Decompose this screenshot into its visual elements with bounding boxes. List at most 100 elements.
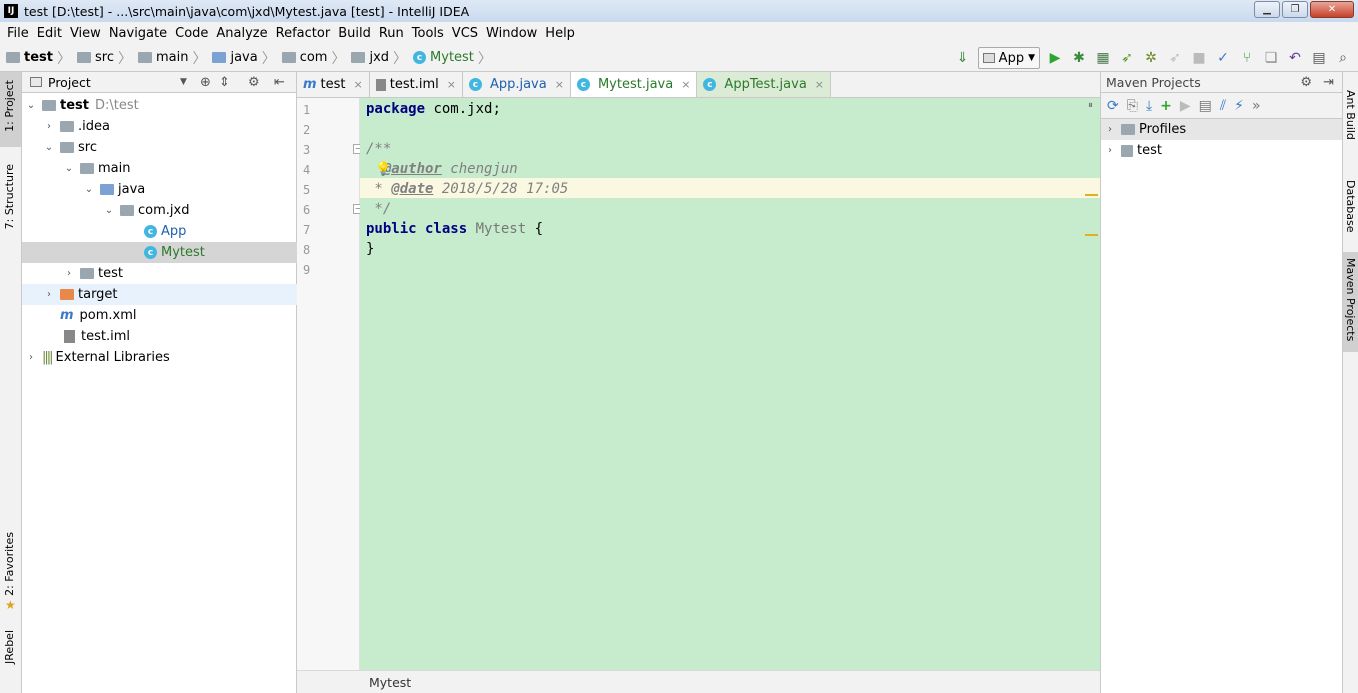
add-icon[interactable]: + <box>1160 98 1172 114</box>
menu-file[interactable]: File <box>3 26 33 41</box>
coverage-icon[interactable]: ▦ <box>1094 49 1112 67</box>
structure-icon[interactable]: ▤ <box>1310 49 1328 67</box>
tree-item-src[interactable]: ⌄ src <box>22 137 297 158</box>
download-icon[interactable]: ⤓ <box>1146 98 1152 114</box>
jrebel-debug-icon[interactable]: ✲ <box>1142 49 1160 67</box>
chevron-right-icon[interactable]: › <box>44 121 54 132</box>
tab-test-iml[interactable]: test.iml × <box>370 72 463 97</box>
chevron-right-icon[interactable]: › <box>44 289 54 300</box>
chevron-right-icon[interactable]: › <box>64 268 74 279</box>
breadcrumb-com[interactable]: com 〉 <box>276 48 345 68</box>
tab-test-pom[interactable]: m test × <box>297 72 370 97</box>
menu-tools[interactable]: Tools <box>408 26 448 41</box>
tab-jrebel[interactable]: JRebel <box>3 630 16 664</box>
chevron-right-icon[interactable]: › <box>1105 145 1115 156</box>
menu-window[interactable]: Window <box>482 26 541 41</box>
breadcrumb-src[interactable]: src 〉 <box>71 48 132 68</box>
breadcrumb-mytest[interactable]: c Mytest 〉 <box>407 48 492 68</box>
tab-database[interactable]: Database <box>1344 180 1357 233</box>
code-area[interactable]: package com.jxd; /** @author chengjun 💡 … <box>360 98 1100 670</box>
code-editor[interactable]: 1 2 3 4 5 6 7 8 9 − − package com.jxd; /… <box>297 98 1100 670</box>
skip-tests-icon[interactable]: ⚡ <box>1234 98 1244 114</box>
collapse-icon[interactable]: ⇕ <box>219 75 230 90</box>
tab-project[interactable]: 1: Project <box>3 80 16 132</box>
tree-item-app[interactable]: c App <box>22 221 297 242</box>
generate-sources-icon[interactable]: ⎘ <box>1127 98 1138 114</box>
hide-icon[interactable]: ⇥ <box>1323 75 1334 90</box>
chevron-down-icon[interactable]: ⌄ <box>26 100 36 111</box>
chevron-down-icon[interactable]: ⌄ <box>44 142 54 153</box>
vcs-compare-icon[interactable]: ❏ <box>1262 49 1280 67</box>
lightbulb-icon[interactable]: 💡 <box>375 162 391 177</box>
warning-marker[interactable] <box>1085 194 1098 196</box>
tree-item-com-jxd[interactable]: ⌄ com.jxd <box>22 200 297 221</box>
tab-mytest-java[interactable]: c Mytest.java × <box>570 72 698 97</box>
menu-code[interactable]: Code <box>171 26 212 41</box>
chevron-down-icon[interactable]: ⌄ <box>104 205 114 216</box>
menu-analyze[interactable]: Analyze <box>212 26 271 41</box>
build-icon[interactable]: ⇓ <box>954 49 972 67</box>
breadcrumb-test[interactable]: test 〉 <box>0 48 71 68</box>
chevron-down-icon[interactable]: ⌄ <box>84 184 94 195</box>
chevron-right-icon[interactable]: › <box>26 352 36 363</box>
tab-favorites[interactable]: 2: Favorites <box>3 532 16 596</box>
minimize-button[interactable]: ▁ <box>1254 1 1280 18</box>
debug-icon[interactable]: ✱ <box>1070 49 1088 67</box>
maven-item-test[interactable]: › test <box>1101 140 1342 161</box>
tab-ant-build[interactable]: Ant Build <box>1344 90 1357 140</box>
tree-item-test-folder[interactable]: › test <box>22 263 297 284</box>
revert-icon[interactable]: ↶ <box>1286 49 1304 67</box>
locate-icon[interactable]: ⊕ <box>200 75 211 90</box>
run-maven-icon[interactable]: ▶ <box>1180 98 1191 114</box>
menu-vcs[interactable]: VCS <box>448 26 482 41</box>
tab-structure[interactable]: 7: Structure <box>3 164 16 229</box>
close-icon[interactable]: × <box>354 78 363 91</box>
inspection-status-icon[interactable]: ⏸ <box>1088 100 1093 111</box>
menu-build[interactable]: Build <box>334 26 375 41</box>
more-icon[interactable]: » <box>1252 98 1261 114</box>
maximize-button[interactable]: ❐ <box>1282 1 1308 18</box>
close-icon[interactable]: × <box>447 78 456 91</box>
run-icon[interactable]: ▶ <box>1046 49 1064 67</box>
warning-marker[interactable] <box>1085 234 1098 236</box>
chevron-down-icon[interactable]: ▼ <box>180 77 187 87</box>
menu-help[interactable]: Help <box>541 26 579 41</box>
vcs-update-icon[interactable]: ✓ <box>1214 49 1232 67</box>
tree-item-mytest[interactable]: c Mytest <box>22 242 297 263</box>
stop-icon[interactable]: ■ <box>1190 49 1208 67</box>
menu-navigate[interactable]: Navigate <box>105 26 171 41</box>
vcs-commit-icon[interactable]: ⑂ <box>1238 49 1256 67</box>
tab-maven-projects[interactable]: Maven Projects <box>1344 258 1357 341</box>
run-config-select[interactable]: App ▼ <box>977 47 1040 69</box>
close-icon[interactable]: × <box>681 78 690 91</box>
menu-edit[interactable]: Edit <box>33 26 66 41</box>
chevron-down-icon[interactable]: ⌄ <box>64 163 74 174</box>
menu-view[interactable]: View <box>66 26 105 41</box>
gear-icon[interactable]: ⚙ <box>248 75 260 90</box>
close-button[interactable]: ✕ <box>1310 1 1354 18</box>
search-icon[interactable]: ⌕ <box>1334 49 1352 67</box>
maven-item-profiles[interactable]: › Profiles <box>1101 119 1342 140</box>
tree-item-external-libraries[interactable]: › |||| External Libraries <box>22 347 297 368</box>
close-icon[interactable]: × <box>555 78 564 91</box>
menu-run[interactable]: Run <box>375 26 408 41</box>
attach-icon[interactable]: ➶ <box>1166 49 1184 67</box>
refresh-icon[interactable]: ⟳ <box>1107 98 1119 114</box>
close-icon[interactable]: × <box>815 78 824 91</box>
chevron-right-icon[interactable]: › <box>1105 124 1115 135</box>
breadcrumb-java[interactable]: java 〉 <box>206 48 276 68</box>
execute-goal-icon[interactable]: ▤ <box>1199 98 1212 114</box>
jrebel-run-icon[interactable]: ➶ <box>1118 49 1136 67</box>
hide-icon[interactable]: ⇤ <box>274 75 285 90</box>
tree-item-main[interactable]: ⌄ main <box>22 158 297 179</box>
breadcrumb-main[interactable]: main 〉 <box>132 48 206 68</box>
tab-app-java[interactable]: c App.java × <box>463 72 571 97</box>
tree-item-idea[interactable]: › .idea <box>22 116 297 137</box>
tree-item-test-iml[interactable]: test.iml <box>22 326 297 347</box>
tree-item-test-root[interactable]: ⌄ test D:\test <box>22 95 297 116</box>
tree-item-java[interactable]: ⌄ java <box>22 179 297 200</box>
menu-refactor[interactable]: Refactor <box>272 26 335 41</box>
gear-icon[interactable]: ⚙ <box>1300 75 1312 90</box>
toggle-offline-icon[interactable]: ⫽ <box>1220 98 1226 114</box>
tree-item-pom[interactable]: m pom.xml <box>22 305 297 326</box>
